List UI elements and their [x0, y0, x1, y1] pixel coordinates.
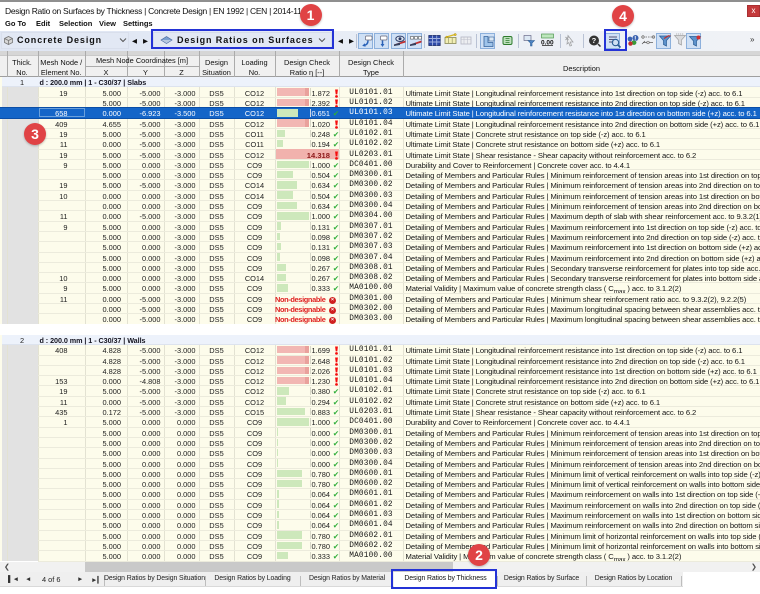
svg-text:!: ! [634, 36, 636, 42]
svg-text:0.00: 0.00 [541, 40, 554, 47]
svg-text:?: ? [592, 36, 597, 45]
